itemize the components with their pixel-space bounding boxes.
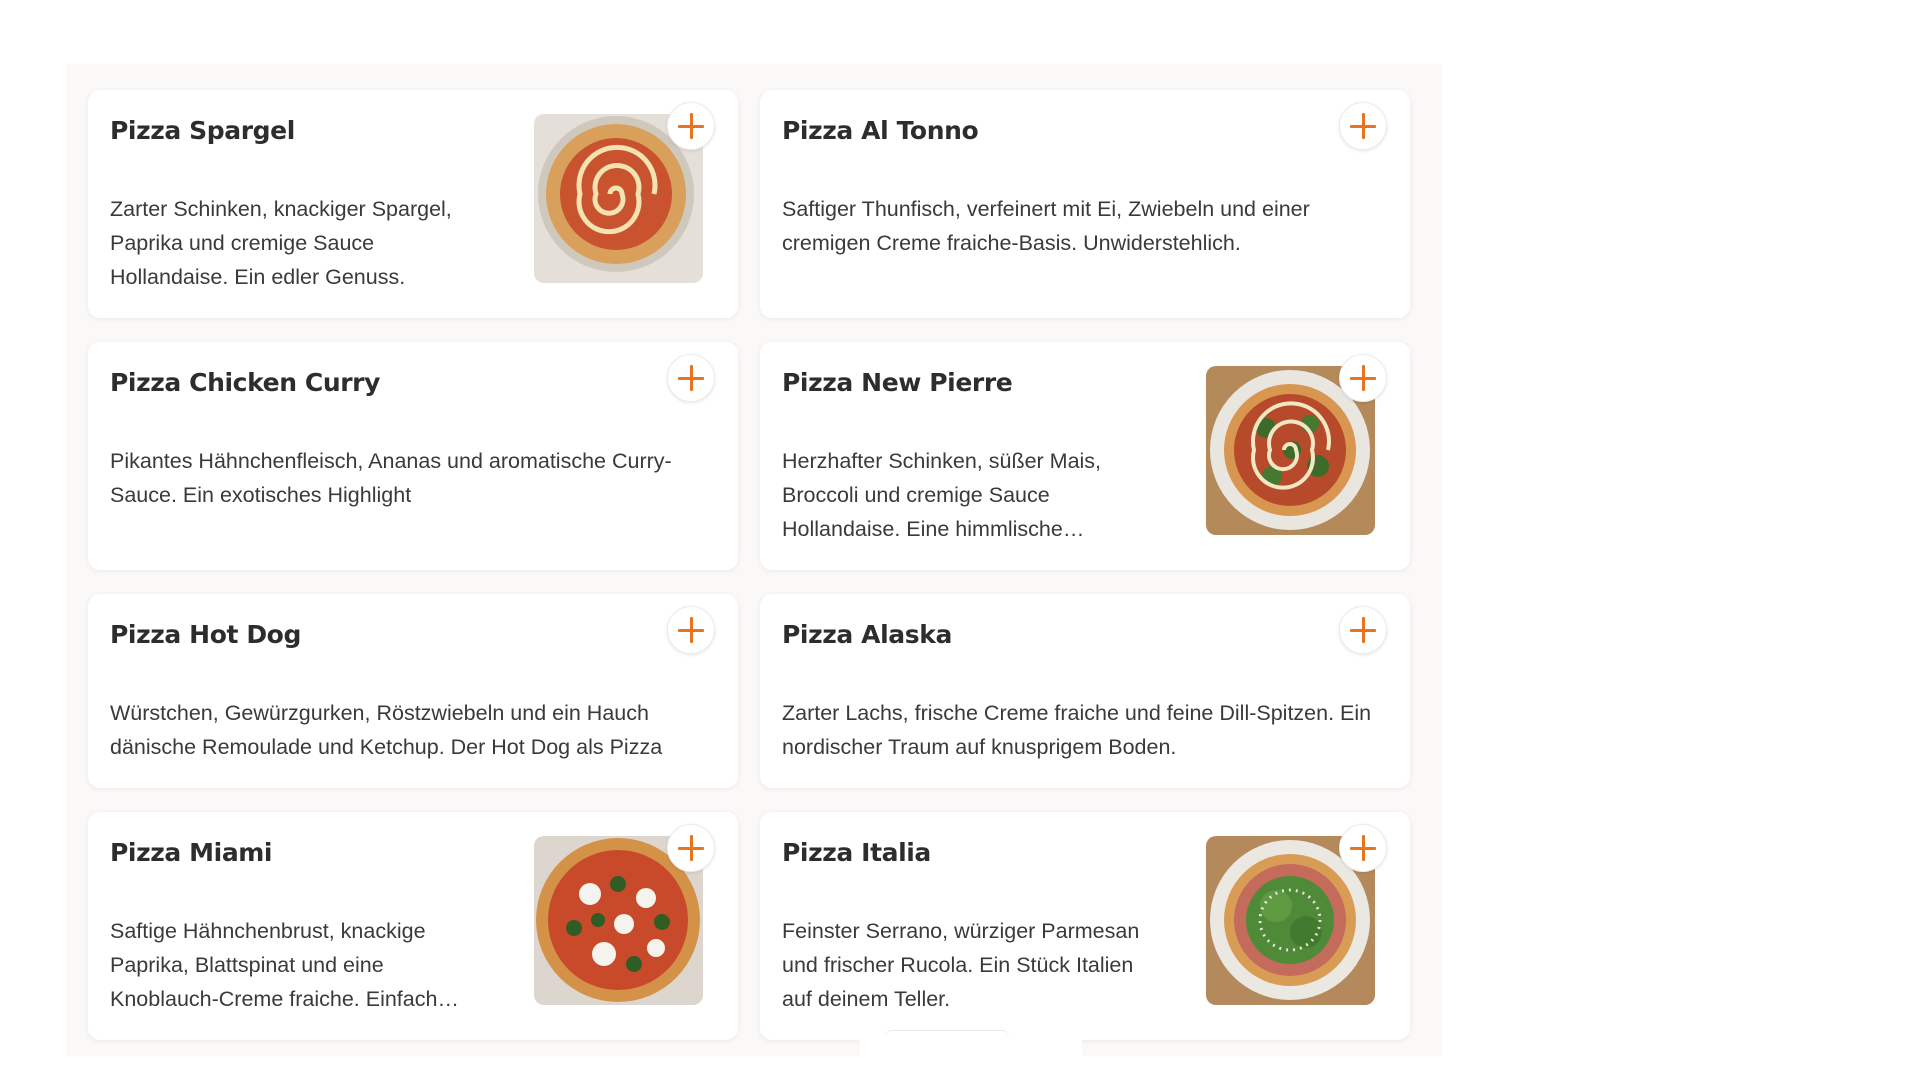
product-card-pizza-hot-dog[interactable]: Pizza Hot Dog Würstchen, Gewürzgurken, R…	[88, 594, 738, 788]
plus-icon	[1350, 365, 1376, 391]
product-name: Pizza Hot Dog	[110, 620, 301, 649]
plus-icon	[678, 365, 704, 391]
product-card-pizza-italia[interactable]: Pizza Italia Feinster Serrano, würziger …	[760, 812, 1410, 1040]
plus-icon	[678, 113, 704, 139]
product-name: Pizza New Pierre	[782, 368, 1013, 397]
product-description: Zarter Schinken, knackiger Spargel, Papr…	[110, 197, 452, 289]
product-description: Pikantes Hähnchenfleisch, Ananas und aro…	[110, 449, 672, 507]
menu-panel: Pizza Spargel Zarter Schinken, knackiger…	[66, 64, 1442, 1056]
add-to-cart-button[interactable]	[667, 824, 715, 872]
product-name: Pizza Spargel	[110, 116, 295, 145]
plus-icon	[1350, 835, 1376, 861]
product-description: Zarter Lachs, frische Creme fraiche und …	[782, 701, 1372, 759]
product-name: Pizza Miami	[110, 838, 273, 867]
product-card-pizza-chicken-curry[interactable]: Pizza Chicken Curry Pikantes Hähnchenfle…	[88, 342, 738, 570]
product-description: Saftiger Thunfisch, verfeinert mit Ei, Z…	[782, 197, 1310, 255]
floating-button-edge[interactable]	[884, 1030, 1009, 1039]
product-card-pizza-al-tonno[interactable]: Pizza Al Tonno Saftiger Thunfisch, verfe…	[760, 90, 1410, 318]
product-description: Herzhafter Schinken, süßer Mais, Broccol…	[782, 449, 1102, 541]
add-to-cart-button[interactable]	[1339, 102, 1387, 150]
product-card-pizza-spargel[interactable]: Pizza Spargel Zarter Schinken, knackiger…	[88, 90, 738, 318]
product-name: Pizza Italia	[782, 838, 931, 867]
product-name: Pizza Alaska	[782, 620, 952, 649]
plus-icon	[678, 835, 704, 861]
product-description: Saftige Hähnchenbrust, knackige Paprika,…	[110, 919, 459, 1011]
add-to-cart-button[interactable]	[667, 102, 715, 150]
product-card-pizza-miami[interactable]: Pizza Miami Saftige Hähnchenbrust, knack…	[88, 812, 738, 1040]
product-card-pizza-alaska[interactable]: Pizza Alaska Zarter Lachs, frische Creme…	[760, 594, 1410, 788]
product-name: Pizza Al Tonno	[782, 116, 979, 145]
add-to-cart-button[interactable]	[1339, 354, 1387, 402]
add-to-cart-button[interactable]	[667, 354, 715, 402]
add-to-cart-button[interactable]	[1339, 824, 1387, 872]
add-to-cart-button[interactable]	[1339, 606, 1387, 654]
plus-icon	[1350, 617, 1376, 643]
product-description: Feinster Serrano, würziger Parmesan und …	[782, 919, 1140, 1011]
plus-icon	[678, 617, 704, 643]
product-card-pizza-new-pierre[interactable]: Pizza New Pierre Herzhafter Schinken, sü…	[760, 342, 1410, 570]
plus-icon	[1350, 113, 1376, 139]
add-to-cart-button[interactable]	[667, 606, 715, 654]
product-description: Würstchen, Gewürzgurken, Röstzwiebeln un…	[110, 701, 663, 759]
product-name: Pizza Chicken Curry	[110, 368, 381, 397]
bottom-overlay	[860, 1030, 1082, 1056]
